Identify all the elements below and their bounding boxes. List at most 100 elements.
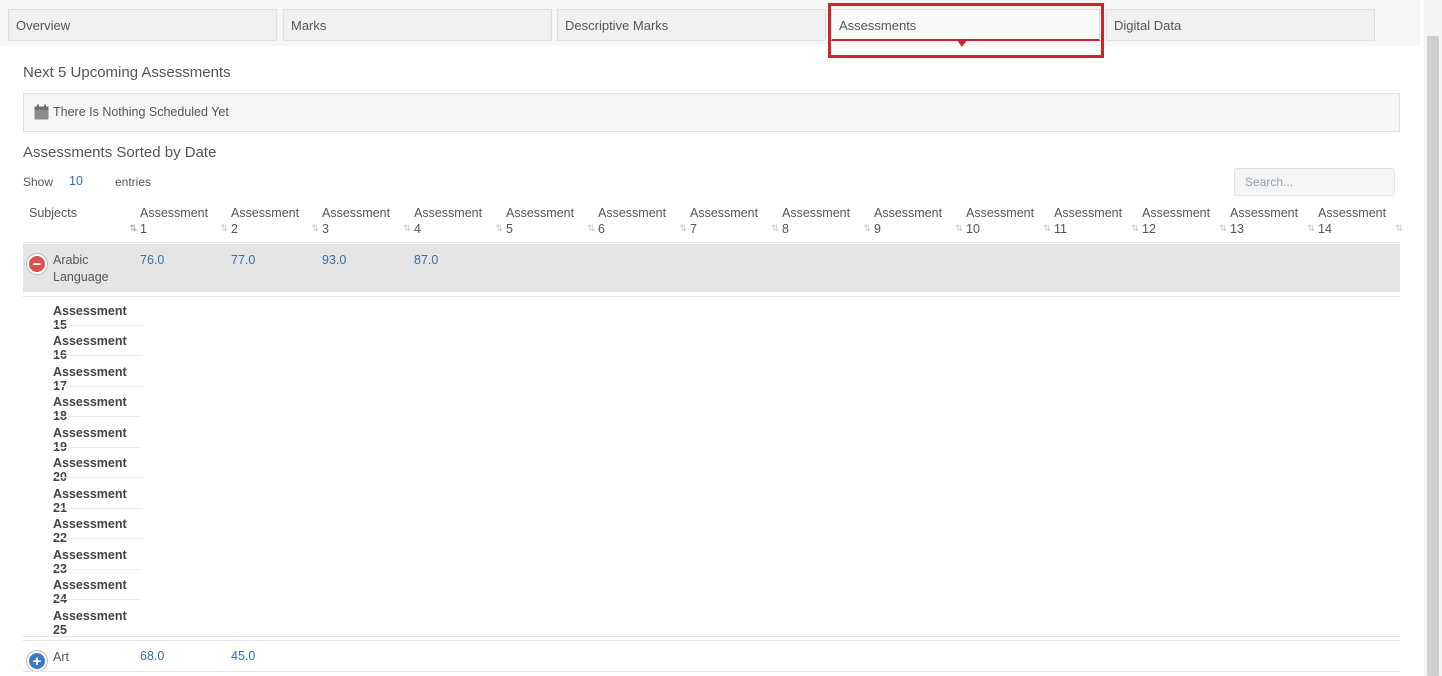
active-tab-highlight: [828, 3, 1104, 58]
row-divider: [23, 636, 1400, 637]
assessment-score[interactable]: 68.0: [140, 649, 164, 663]
column-header-assessment-7[interactable]: Assessment 7 ⇅: [690, 205, 779, 241]
sort-icon: ⇅: [1131, 223, 1138, 233]
calendar-icon: [34, 104, 49, 120]
tab-bar: Overview Marks Descriptive Marks Assessm…: [0, 0, 1420, 47]
detail-assessment-label: Assessment 21: [53, 487, 127, 515]
column-header-label: Assessment: [506, 206, 575, 220]
column-header-assessment-3[interactable]: Assessment 3 ⇅: [322, 205, 411, 241]
sort-icon: ⇅: [220, 223, 227, 233]
detail-divider: [53, 508, 141, 509]
column-header-number: 11: [1054, 222, 1067, 236]
detail-divider: [53, 447, 141, 448]
detail-divider: [53, 355, 141, 356]
column-header-label: Assessment: [1054, 206, 1123, 220]
notice-text: There Is Nothing Scheduled Yet: [53, 105, 229, 119]
collapse-row-icon[interactable]: −: [27, 254, 47, 274]
detail-assessment-label: Assessment 20: [53, 456, 127, 484]
assessment-score[interactable]: 87.0: [414, 253, 438, 267]
column-header-number: 4: [414, 222, 421, 236]
sort-icon: ⇅: [771, 223, 778, 233]
detail-divider: [53, 325, 141, 326]
table-header-divider: [23, 242, 1400, 243]
column-header-number: 6: [598, 222, 605, 236]
detail-assessment-label: Assessment 23: [53, 548, 127, 576]
detail-divider: [53, 477, 141, 478]
column-header-assessment-4[interactable]: Assessment 4 ⇅: [414, 205, 503, 241]
assessment-score[interactable]: 76.0: [140, 253, 164, 267]
sort-icon: ⇅: [863, 223, 870, 233]
sort-icon: ⇅: [1219, 223, 1226, 233]
column-header-assessment-12[interactable]: Assessment 12 ⇅: [1142, 205, 1227, 241]
sort-icon: ⇅: [495, 223, 502, 233]
column-header-assessment-6[interactable]: Assessment 6 ⇅: [598, 205, 687, 241]
detail-assessment-label: Assessment 16: [53, 334, 127, 362]
column-header-label: Assessment: [966, 206, 1035, 220]
column-header-assessment-13[interactable]: Assessment 13 ⇅: [1230, 205, 1315, 241]
column-header-label: Assessment: [322, 206, 391, 220]
tab-overview[interactable]: Overview: [8, 9, 277, 41]
sort-icon: ⇅: [955, 223, 962, 233]
scrollbar-thumb[interactable]: [1427, 36, 1439, 676]
column-header-assessment-9[interactable]: Assessment 9 ⇅: [874, 205, 963, 241]
assessment-score[interactable]: 77.0: [231, 253, 255, 267]
column-header-number: 8: [782, 222, 789, 236]
tab-descriptive-marks[interactable]: Descriptive Marks: [557, 9, 826, 41]
sort-icon: ⇅: [1043, 223, 1050, 233]
sort-icon: ⇅: [679, 223, 686, 233]
tab-label: Digital Data: [1114, 18, 1182, 33]
detail-divider: [53, 569, 141, 570]
column-header-subjects[interactable]: Subjects ⇅: [29, 205, 137, 241]
column-header-assessment-2[interactable]: Assessment 2 ⇅: [231, 205, 319, 241]
column-header-number: 9: [874, 222, 881, 236]
search-input[interactable]: [1234, 168, 1395, 196]
subject-name: Art: [53, 650, 69, 664]
column-header-label: Assessment: [1318, 206, 1387, 220]
column-header-assessment-11[interactable]: Assessment 11 ⇅: [1054, 205, 1139, 241]
sort-icon: ⇅: [587, 223, 594, 233]
column-header-assessment-10[interactable]: Assessment 10 ⇅: [966, 205, 1051, 241]
column-header-label: Subjects: [29, 206, 77, 220]
detail-divider: [53, 416, 141, 417]
detail-assessment-label: Assessment 18: [53, 395, 127, 423]
table-row: [23, 244, 1400, 292]
column-header-number: 13: [1230, 222, 1244, 236]
column-header-label: Assessment: [231, 206, 300, 220]
tab-digital-data[interactable]: Digital Data: [1106, 9, 1375, 41]
tab-label: Overview: [16, 18, 71, 33]
column-header-number: 3: [322, 222, 329, 236]
column-header-assessment-5[interactable]: Assessment 5 ⇅: [506, 205, 595, 241]
column-header-assessment-14[interactable]: Assessment 14 ⇅: [1318, 205, 1403, 241]
column-header-label: Assessment: [782, 206, 851, 220]
tab-label: Marks: [291, 18, 327, 33]
sort-icon: ⇅: [1395, 223, 1402, 233]
assessment-score[interactable]: 45.0: [231, 649, 255, 663]
sort-asc-icon: ⇅: [129, 223, 136, 233]
detail-divider: [53, 538, 141, 539]
detail-assessment-label: Assessment 25: [53, 609, 127, 637]
show-label: Show: [23, 175, 54, 189]
column-header-label: Assessment: [1230, 206, 1299, 220]
entries-label: entries: [115, 175, 152, 189]
column-header-assessment-1[interactable]: Assessment 1 ⇅: [140, 205, 228, 241]
assessment-score[interactable]: 93.0: [322, 253, 346, 267]
column-header-number: 12: [1142, 222, 1156, 236]
upcoming-title: Next 5 Upcoming Assessments: [23, 64, 231, 81]
detail-assessment-label: Assessment 17: [53, 365, 127, 393]
column-header-assessment-8[interactable]: Assessment 8 ⇅: [782, 205, 871, 241]
nothing-scheduled-notice: There Is Nothing Scheduled Yet: [23, 93, 1400, 132]
detail-assessment-label: Assessment 15: [53, 304, 127, 332]
expand-row-icon[interactable]: +: [27, 651, 47, 671]
page-length-select[interactable]: 10: [69, 174, 83, 188]
column-header-number: 7: [690, 222, 697, 236]
column-header-number: 14: [1318, 222, 1332, 236]
sorted-title: Assessments Sorted by Date: [23, 144, 217, 161]
column-header-label: Assessment: [598, 206, 667, 220]
subject-name-line: Arabic: [53, 253, 89, 267]
row-divider: [23, 640, 1400, 641]
sort-icon: ⇅: [311, 223, 318, 233]
detail-assessment-label: Assessment 19: [53, 426, 127, 454]
tab-marks[interactable]: Marks: [283, 9, 552, 41]
column-header-label: Assessment: [874, 206, 943, 220]
column-header-number: 1: [140, 222, 147, 236]
